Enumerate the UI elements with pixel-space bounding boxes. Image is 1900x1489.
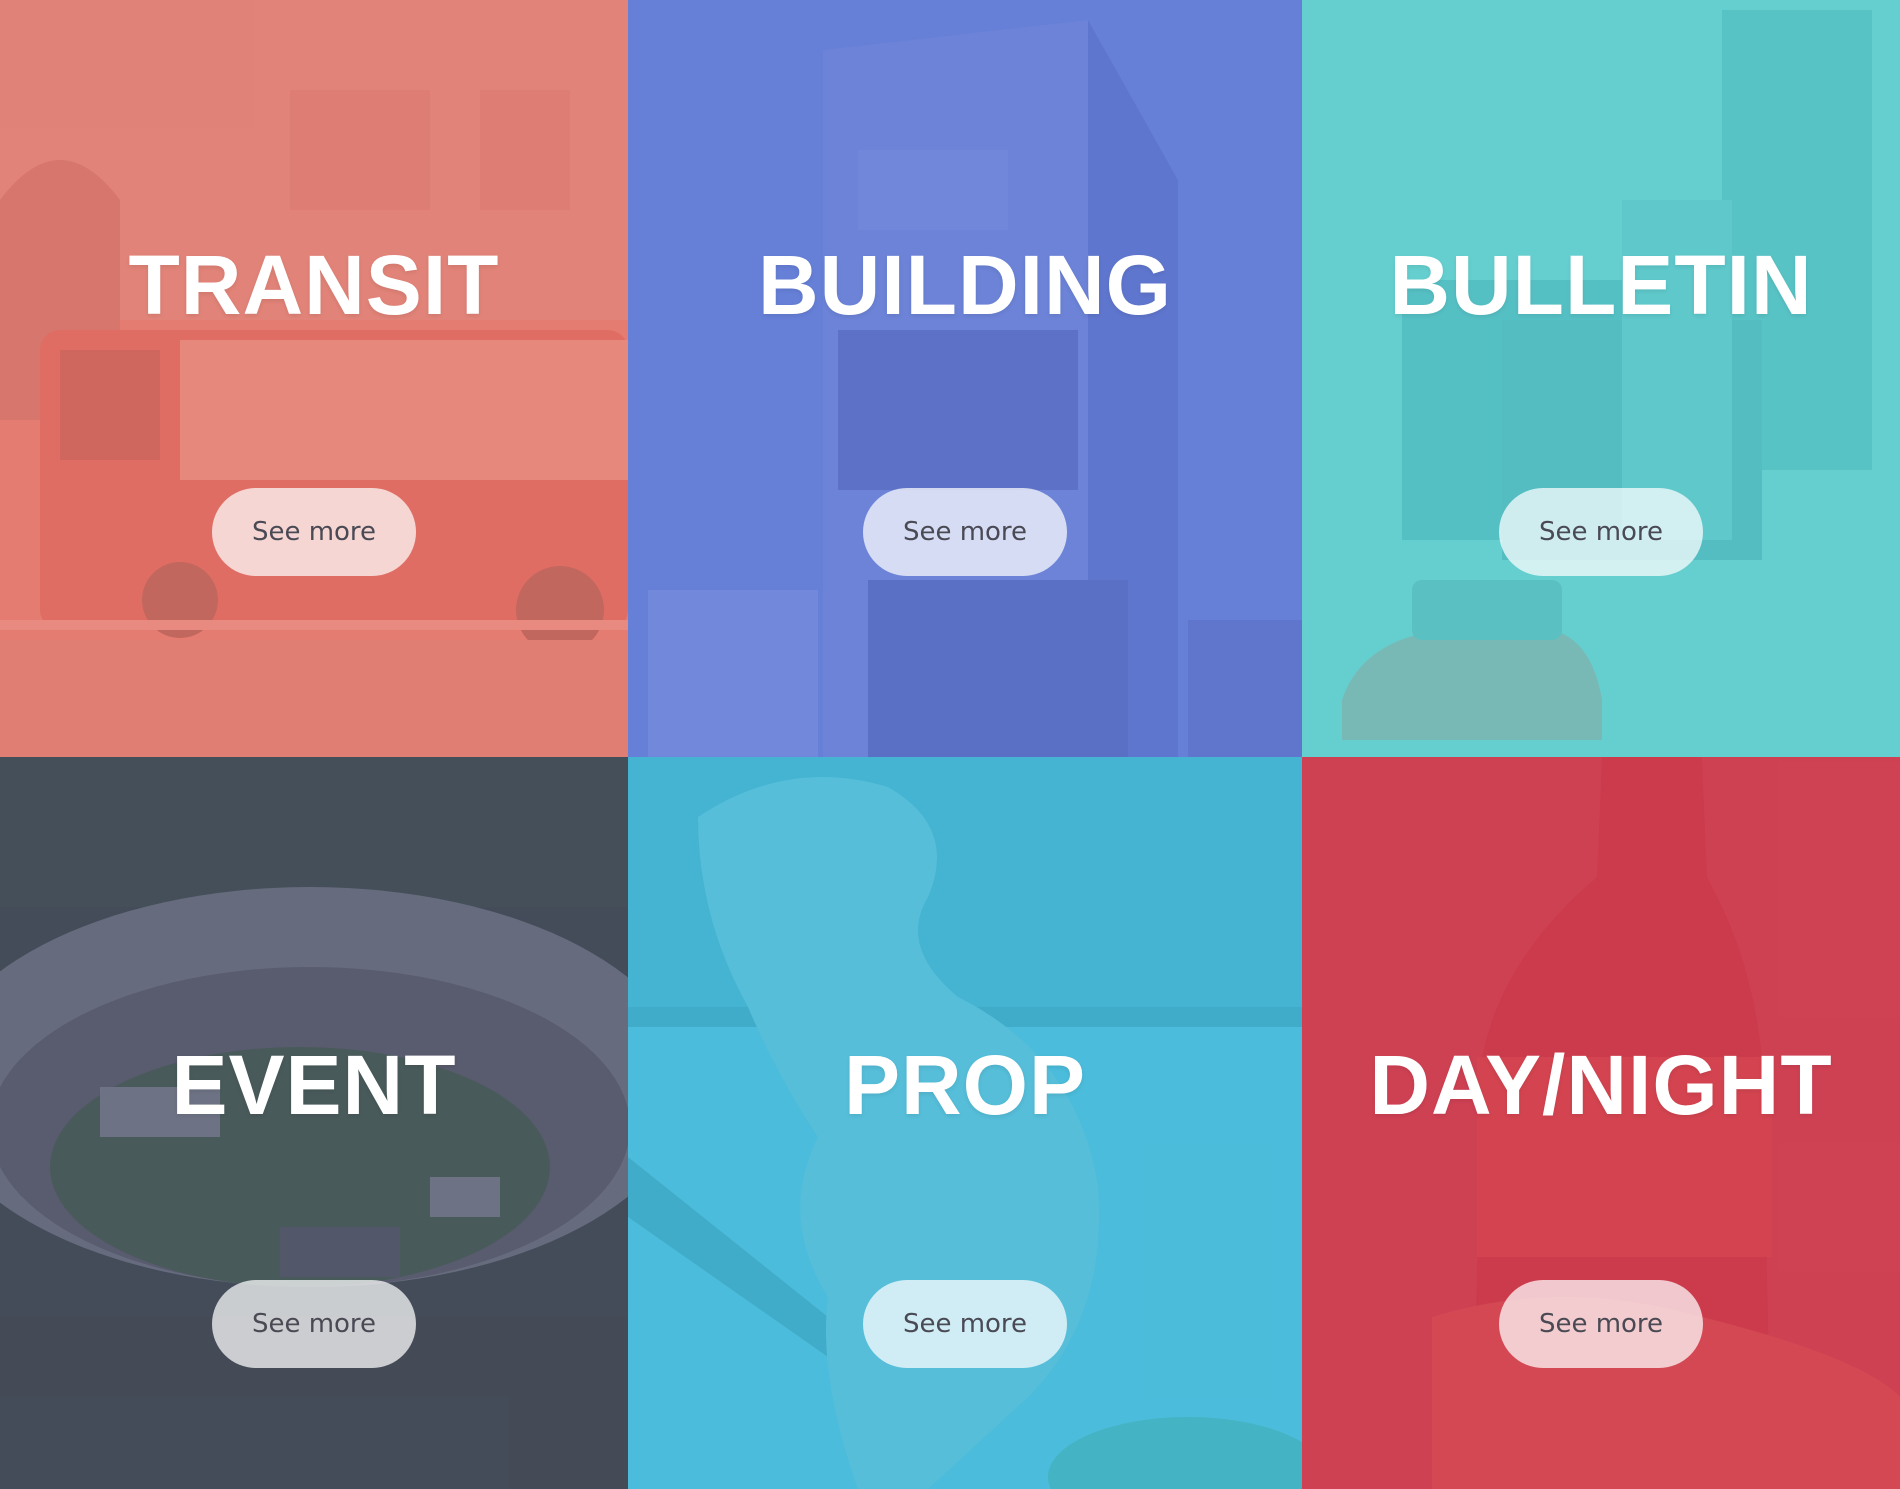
building-color-overlay <box>628 0 1302 757</box>
see-more-button[interactable]: See more <box>863 1280 1067 1368</box>
tile-title: BUILDING <box>758 238 1172 332</box>
see-more-button[interactable]: See more <box>212 488 416 576</box>
tile-building[interactable]: BUILDING See more <box>628 0 1302 757</box>
tile-title: TRANSIT <box>128 238 500 332</box>
tile-title: DAY/NIGHT <box>1369 1038 1833 1132</box>
see-more-button[interactable]: See more <box>863 488 1067 576</box>
bulletin-color-overlay <box>1302 0 1900 757</box>
tile-prop[interactable]: PROP See more <box>628 757 1302 1489</box>
tile-transit[interactable]: TRANSIT See more <box>0 0 628 757</box>
category-grid: TRANSIT See more BUILDING See more BULLE… <box>0 0 1900 1489</box>
see-more-button[interactable]: See more <box>1499 488 1703 576</box>
tile-event[interactable]: EVENT See more <box>0 757 628 1489</box>
tile-day-night[interactable]: DAY/NIGHT See more <box>1302 757 1900 1489</box>
tile-title: PROP <box>843 1038 1087 1132</box>
transit-color-overlay <box>0 0 628 757</box>
tile-bulletin[interactable]: BULLETIN See more <box>1302 0 1900 757</box>
see-more-button[interactable]: See more <box>212 1280 416 1368</box>
tile-title: BULLETIN <box>1389 238 1813 332</box>
see-more-button[interactable]: See more <box>1499 1280 1703 1368</box>
tile-title: EVENT <box>171 1038 457 1132</box>
